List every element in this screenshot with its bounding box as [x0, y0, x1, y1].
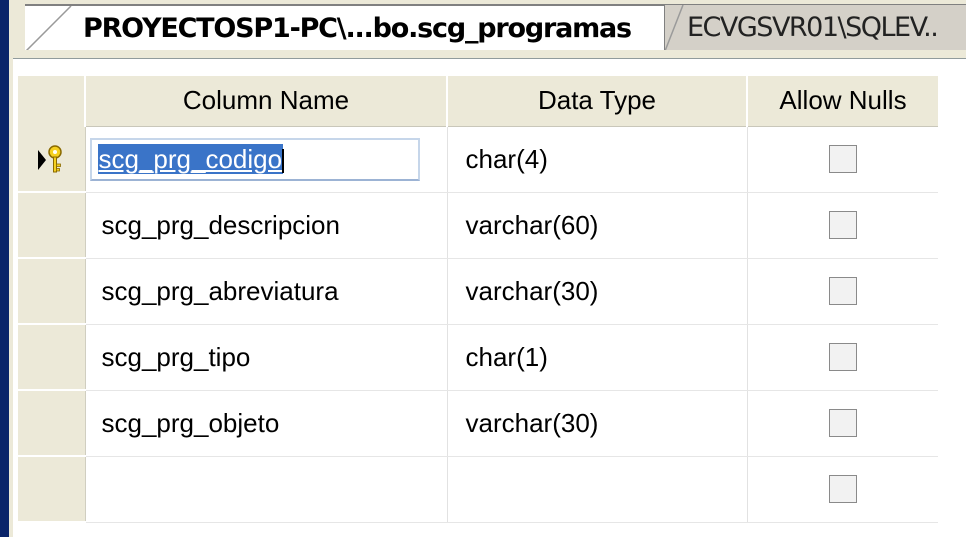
tab-scg-programas[interactable]: PROYECTOSP1-PC\...bo.scg_programas: [25, 4, 665, 50]
allow-nulls-cell: [747, 192, 938, 259]
table-designer-grid: Column Name Data Type Allow Nulls scg_pr…: [18, 76, 938, 523]
row-selector[interactable]: [18, 192, 86, 259]
table-row[interactable]: scg_prg_objeto varchar(30): [18, 390, 938, 457]
allow-nulls-cell: [747, 324, 938, 391]
header-corner[interactable]: [18, 76, 86, 126]
tab-label: PROYECTOSP1-PC\...bo.scg_programas: [83, 12, 632, 44]
table-row[interactable]: scg_prg_tipo char(1): [18, 324, 938, 391]
column-name-cell[interactable]: scg_prg_codigo: [85, 126, 448, 193]
text-cursor: [282, 148, 285, 173]
window-frame-inner: [9, 0, 13, 537]
allow-nulls-checkbox[interactable]: [828, 145, 857, 173]
table-row-new[interactable]: [18, 456, 938, 523]
row-selector[interactable]: [18, 126, 86, 193]
allow-nulls-checkbox[interactable]: [828, 475, 857, 503]
data-type-cell[interactable]: varchar(30): [447, 258, 748, 325]
allow-nulls-cell: [747, 258, 938, 325]
row-selector[interactable]: [18, 456, 86, 523]
allow-nulls-cell: [747, 126, 938, 193]
data-type-header[interactable]: Data Type: [447, 76, 748, 127]
table-row[interactable]: scg_prg_codigo char(4): [18, 126, 938, 193]
allow-nulls-checkbox[interactable]: [828, 277, 857, 305]
data-type-cell[interactable]: char(4): [447, 126, 748, 193]
window-frame-edge: [0, 0, 9, 537]
allow-nulls-cell: [747, 456, 938, 523]
header-row: Column Name Data Type Allow Nulls: [18, 76, 938, 127]
tab-label: ECVGSVR01\SQLEV..: [687, 12, 939, 43]
row-selector[interactable]: [18, 258, 86, 325]
document-tab-strip: PROYECTOSP1-PC\...bo.scg_programas ECVGS…: [13, 0, 966, 59]
column-name-cell[interactable]: scg_prg_objeto: [85, 390, 448, 457]
row-selector[interactable]: [18, 324, 86, 391]
table-row[interactable]: scg_prg_descripcion varchar(60): [18, 192, 938, 259]
tab-slant-edge: [665, 5, 687, 50]
allow-nulls-header[interactable]: Allow Nulls: [747, 76, 938, 127]
data-type-cell[interactable]: [447, 456, 748, 523]
tab-ecvgsvr01[interactable]: ECVGSVR01\SQLEV..: [665, 4, 966, 50]
table-row[interactable]: scg_prg_abreviatura varchar(30): [18, 258, 938, 325]
row-selector[interactable]: [18, 390, 86, 457]
current-row-key-icon: [38, 144, 62, 172]
data-type-cell[interactable]: char(1): [447, 324, 748, 391]
data-type-cell[interactable]: varchar(60): [447, 192, 748, 259]
column-name-cell[interactable]: scg_prg_descripcion: [85, 192, 448, 259]
column-name-cell[interactable]: scg_prg_abreviatura: [85, 258, 448, 325]
allow-nulls-checkbox[interactable]: [828, 211, 857, 239]
allow-nulls-cell: [747, 390, 938, 457]
column-name-header[interactable]: Column Name: [85, 76, 448, 127]
allow-nulls-checkbox[interactable]: [828, 343, 857, 371]
column-name-cell[interactable]: scg_prg_tipo: [85, 324, 448, 391]
column-name-input[interactable]: scg_prg_codigo: [89, 137, 420, 181]
data-type-cell[interactable]: varchar(30): [447, 390, 748, 457]
selected-text: scg_prg_codigo: [97, 143, 284, 174]
column-name-cell[interactable]: [85, 456, 448, 523]
tab-slant-edge: [25, 6, 85, 50]
allow-nulls-checkbox[interactable]: [828, 409, 857, 437]
